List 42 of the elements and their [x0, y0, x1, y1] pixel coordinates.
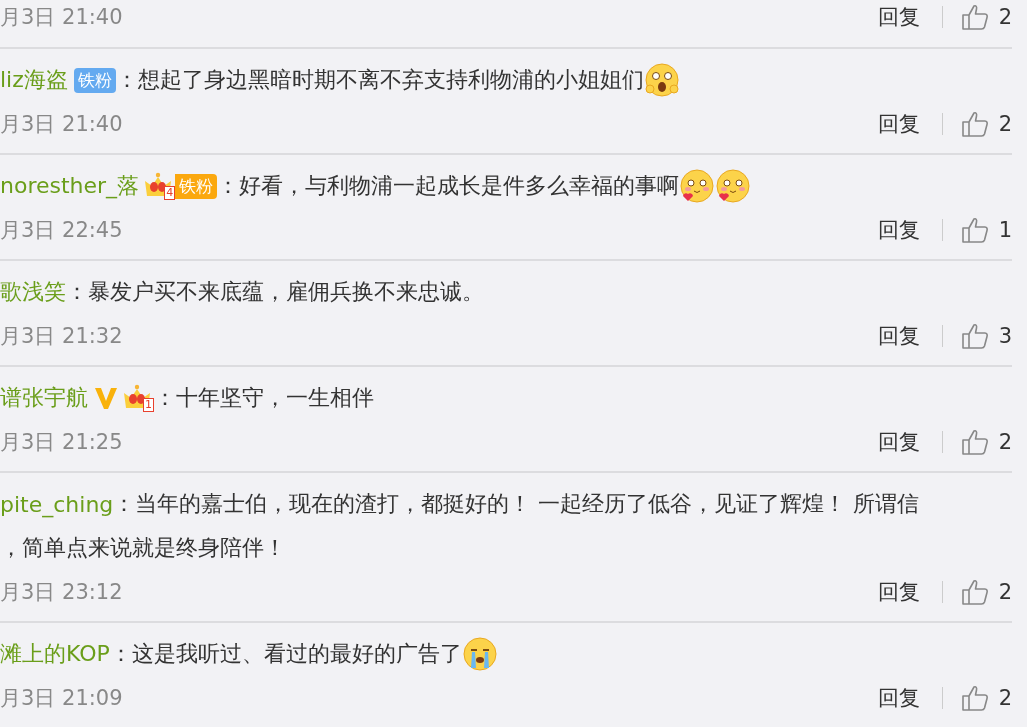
like-button[interactable]: 2: [960, 3, 1012, 31]
comment-date: 月3日 21:09: [0, 685, 123, 712]
verified-v-icon: [94, 386, 118, 410]
comment-text: ：十年坚守，一生相伴: [154, 384, 374, 412]
reply-link[interactable]: 回复: [877, 428, 920, 456]
thumbs-up-icon: [960, 684, 989, 712]
comment-text: ：暴发户买不来底蕴，雇佣兵换不来忠诚。: [66, 278, 484, 306]
comment-text: ：想起了身边黑暗时期不离不弃支持利物浦的小姐姐们: [115, 66, 644, 94]
like-button[interactable]: 2: [960, 684, 1012, 712]
comment-text: ：当年的嘉士伯，现在的渣打，都挺好的！ 一起经历了低谷，见证了辉煌！ 所谓信: [113, 490, 920, 518]
comment-text: ，简单点来说就是终身陪伴！: [0, 534, 286, 562]
like-button[interactable]: 1: [960, 216, 1012, 244]
blushing-emoji-icon: [715, 168, 752, 204]
comment-date: 月3日 21:25: [0, 429, 123, 456]
thumbs-up-icon: [960, 3, 989, 31]
reply-link[interactable]: 回复: [877, 110, 920, 138]
comment-text: ：这是我听过、看过的最好的广告了: [109, 640, 462, 668]
blushing-emoji-icon: [679, 168, 716, 204]
thumbs-up-icon: [960, 216, 989, 244]
thumbs-up-icon: [960, 322, 989, 350]
comment-date: 月3日 21:40: [0, 4, 123, 31]
comment-date: 月3日 22:45: [0, 217, 123, 244]
crying-emoji-icon: [461, 636, 498, 672]
reply-link[interactable]: 回复: [877, 322, 920, 350]
like-button[interactable]: 2: [960, 428, 1012, 456]
thumbs-up-icon: [960, 578, 989, 606]
like-button[interactable]: 3: [960, 322, 1012, 350]
surprised-emoji-icon: [643, 62, 680, 98]
comment-text: ：好看，与利物浦一起成长是件多么幸福的事啊: [217, 172, 680, 200]
comment-date: 月3日 21:32: [0, 323, 123, 350]
reply-link[interactable]: 回复: [877, 578, 920, 606]
comment-date: 月3日 21:40: [0, 111, 123, 138]
reply-link[interactable]: 回复: [877, 684, 920, 712]
thumbs-up-icon: [960, 428, 989, 456]
comment-date: 月3日 23:12: [0, 579, 123, 606]
like-button[interactable]: 2: [960, 110, 1012, 138]
reply-link[interactable]: 回复: [877, 216, 920, 244]
fan-badge: 铁粉: [175, 173, 218, 199]
fan-badge: 铁粉: [73, 67, 116, 93]
reply-link[interactable]: 回复: [877, 3, 920, 31]
thumbs-up-icon: [960, 110, 989, 138]
like-button[interactable]: 2: [960, 578, 1012, 606]
